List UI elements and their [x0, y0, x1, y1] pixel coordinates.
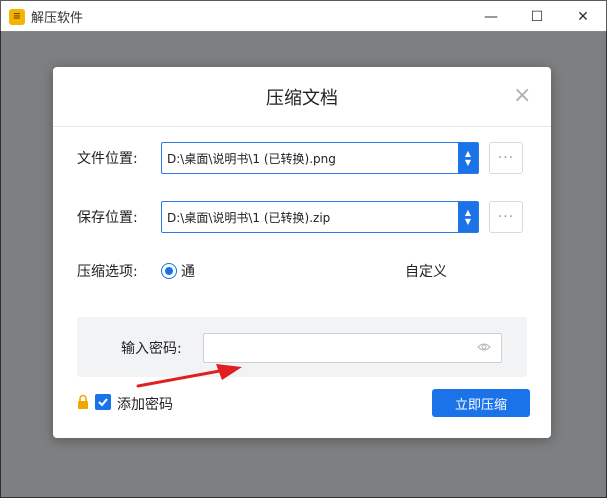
- option-radio[interactable]: [161, 263, 177, 279]
- file-location-select[interactable]: D:\桌面\说明书\1 (已转换).png ▲ ▼: [161, 142, 479, 174]
- file-location-label: 文件位置:: [77, 151, 138, 167]
- custom-option-text[interactable]: 自定义: [405, 261, 447, 281]
- maximize-button[interactable]: ☐: [514, 1, 560, 32]
- save-location-select[interactable]: D:\桌面\说明书\1 (已转换).zip ▲ ▼: [161, 201, 479, 233]
- spinner-icon[interactable]: ▲ ▼: [458, 202, 478, 232]
- browse-file-button[interactable]: ···: [489, 142, 523, 174]
- compress-now-button[interactable]: 立即压缩: [432, 389, 530, 417]
- dialog-header: 压缩文档 ×: [53, 67, 551, 127]
- app-title: 解压软件: [31, 11, 84, 26]
- file-location-row: 文件位置: D:\桌面\说明书\1 (已转换).png ▲ ▼ ···: [77, 142, 523, 174]
- close-window-button[interactable]: ✕: [560, 1, 606, 32]
- radio-dot: [165, 267, 173, 275]
- red-arrow-annotation: [136, 364, 242, 388]
- browse-save-button[interactable]: ···: [489, 201, 523, 233]
- file-location-value: D:\桌面\说明书\1 (已转换).png: [167, 151, 336, 166]
- titlebar: ≡ 解压软件 — ☐ ✕: [1, 1, 606, 32]
- eye-icon[interactable]: [477, 342, 491, 352]
- password-label: 输入密码:: [121, 341, 182, 357]
- compress-dialog: 压缩文档 × 文件位置: D:\桌面\说明书\1 (已转换).png ▲ ▼ ··…: [53, 67, 551, 438]
- window-controls: — ☐ ✕: [468, 1, 606, 32]
- compress-options-row: 压缩选项: 通 自定义: [77, 261, 447, 281]
- dialog-title: 压缩文档: [266, 87, 338, 109]
- password-input[interactable]: [203, 333, 502, 363]
- save-location-value: D:\桌面\说明书\1 (已转换).zip: [167, 210, 331, 225]
- add-password-checkbox[interactable]: [95, 394, 111, 410]
- minimize-button[interactable]: —: [468, 1, 514, 32]
- save-location-row: 保存位置: D:\桌面\说明书\1 (已转换).zip ▲ ▼ ···: [77, 201, 523, 233]
- save-location-label: 保存位置:: [77, 210, 138, 226]
- check-icon: [98, 398, 108, 407]
- close-icon: ×: [513, 83, 532, 108]
- app-icon: ≡: [9, 8, 25, 25]
- lock-icon: [78, 394, 88, 409]
- compress-options-label: 压缩选项:: [77, 264, 138, 280]
- spinner-icon[interactable]: ▲ ▼: [458, 143, 478, 173]
- option-text: 通: [181, 264, 195, 280]
- add-password-label[interactable]: 添加密码: [117, 394, 173, 414]
- close-dialog-button[interactable]: ×: [513, 85, 531, 107]
